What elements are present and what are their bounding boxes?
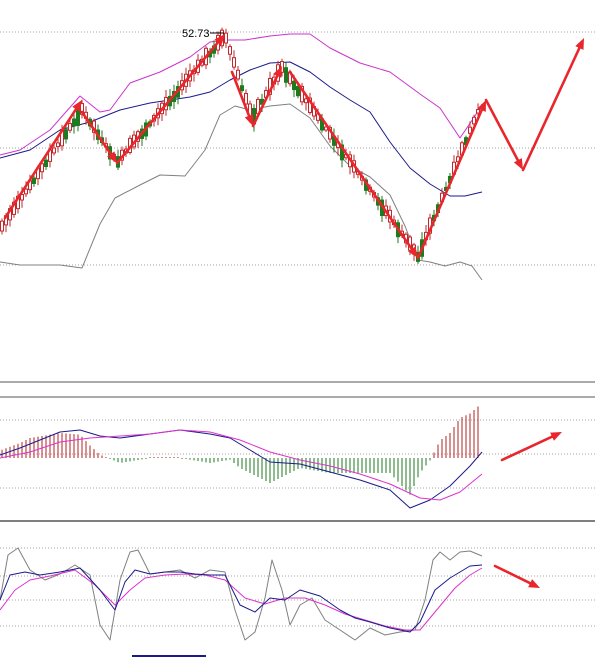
trend-arrow-6 bbox=[416, 100, 486, 260]
trend-arrow-8 bbox=[521, 38, 584, 172]
trend-arrows bbox=[3, 34, 584, 260]
trend-arrow-7 bbox=[484, 98, 523, 170]
candle bbox=[0, 218, 4, 235]
kdj-trend-arrow bbox=[493, 564, 540, 588]
candle bbox=[284, 62, 288, 88]
macd-arrow bbox=[500, 432, 562, 462]
trend-arrow-5 bbox=[288, 70, 418, 258]
candle bbox=[224, 28, 228, 49]
stock-chart: 52.73 bbox=[0, 27, 595, 657]
candle bbox=[240, 78, 244, 93]
high-price-label: 52.73 bbox=[182, 28, 210, 40]
trend-arrow-2 bbox=[115, 34, 225, 165]
d-line bbox=[0, 567, 483, 631]
candle bbox=[236, 65, 240, 82]
trend-arrow-4 bbox=[251, 66, 282, 128]
trend-arrow-3 bbox=[230, 70, 254, 126]
macd-trend-arrow bbox=[500, 432, 562, 462]
macd-panel bbox=[0, 406, 483, 509]
ma-line bbox=[0, 61, 483, 197]
panel-frames bbox=[0, 381, 595, 522]
candlesticks bbox=[0, 27, 480, 264]
trend-arrow-1 bbox=[80, 110, 117, 163]
moving-average bbox=[0, 61, 483, 197]
kdj-arrow bbox=[493, 564, 540, 588]
trend-arrow-0 bbox=[3, 100, 82, 220]
candle bbox=[340, 139, 344, 168]
candle bbox=[232, 50, 236, 70]
price-panel: 52.73 bbox=[0, 27, 584, 281]
k-line bbox=[0, 564, 483, 633]
candle bbox=[228, 44, 232, 61]
